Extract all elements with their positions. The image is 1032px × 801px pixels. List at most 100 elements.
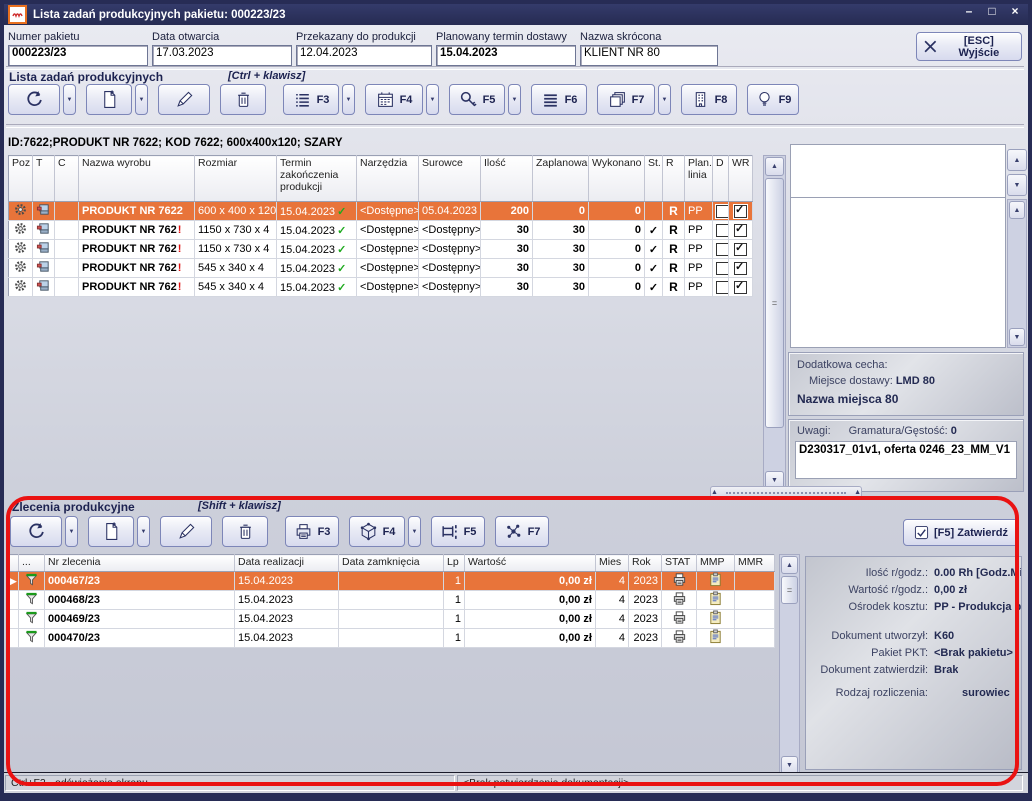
scroll-up-button[interactable]: ▲ <box>781 556 798 574</box>
checkbox-wr[interactable] <box>734 205 747 218</box>
col-rozmiar[interactable]: Rozmiar <box>195 156 277 202</box>
col-lp[interactable]: Lp <box>444 555 465 572</box>
col-wykonano[interactable]: Wykonano <box>589 156 645 202</box>
spin-up-button[interactable]: ▲ <box>1007 149 1027 171</box>
detail-list-scrollbar[interactable]: ▲ ▼ <box>1007 199 1027 348</box>
new-button[interactable] <box>86 84 132 115</box>
f7-dropdown[interactable]: ▼ <box>658 84 671 115</box>
col-poz[interactable]: Poz <box>9 156 33 202</box>
orders-delete-button[interactable] <box>222 516 268 547</box>
przekazany-input[interactable]: 12.04.2023 <box>296 45 432 66</box>
orders-f4-dropdown[interactable]: ▼ <box>408 516 421 547</box>
checkbox-wr[interactable] <box>734 243 747 256</box>
col-plan-linia[interactable]: Plan. linia <box>685 156 713 202</box>
col-data-realizacji[interactable]: Data realizacji <box>235 555 339 572</box>
order-row[interactable]: 000470/23 15.04.2023 1 0,00 zł 4 2023 <box>9 629 775 648</box>
f9-button[interactable]: F9 <box>747 84 799 115</box>
orders-f5-button[interactable]: F5 <box>431 516 485 547</box>
close-button[interactable]: × <box>1008 4 1022 18</box>
termin-dostawy-input[interactable]: 15.04.2023 <box>436 45 576 66</box>
orders-new-button[interactable] <box>88 516 134 547</box>
f5-button[interactable]: F5 <box>449 84 505 115</box>
col-r[interactable]: R <box>663 156 685 202</box>
orders-refresh-dropdown[interactable]: ▼ <box>65 516 78 547</box>
col-ilosc[interactable]: Ilość <box>481 156 533 202</box>
f7-button[interactable]: F7 <box>597 84 655 115</box>
col-t[interactable]: T <box>33 156 55 202</box>
col-stat[interactable]: STAT <box>662 555 697 572</box>
checkbox-d[interactable] <box>716 281 729 294</box>
col-narzedzia[interactable]: Narzędzia <box>357 156 419 202</box>
task-row[interactable]: PRODUKT NR 7622 600 x 400 x 120 15.04.20… <box>9 202 753 221</box>
f3-button[interactable]: F3 <box>283 84 339 115</box>
col-wr[interactable]: WR <box>729 156 753 202</box>
f3-dropdown[interactable]: ▼ <box>342 84 355 115</box>
col-st[interactable]: St. <box>645 156 663 202</box>
scroll-thumb[interactable]: = <box>765 178 784 428</box>
data-otwarcia-input[interactable]: 17.03.2023 <box>152 45 292 66</box>
checkbox-d[interactable] <box>716 205 729 218</box>
edit-button[interactable] <box>158 84 210 115</box>
checkbox-wr[interactable] <box>734 262 747 275</box>
f5-dropdown[interactable]: ▼ <box>508 84 521 115</box>
f6-button[interactable]: F6 <box>531 84 587 115</box>
minimize-button[interactable]: – <box>962 4 976 18</box>
horizontal-splitter[interactable]: ▲▲ <box>710 486 862 499</box>
refresh-button[interactable] <box>8 84 60 115</box>
col-nazwa[interactable]: Nazwa wyrobu <box>79 156 195 202</box>
task-row[interactable]: PRODUKT NR 762! 1150 x 730 x 4 15.04.202… <box>9 240 753 259</box>
col-termin[interactable]: Termin zakończenia produkcji <box>277 156 357 202</box>
maximize-button[interactable]: □ <box>985 4 999 18</box>
orders-refresh-button[interactable] <box>10 516 62 547</box>
checkbox-d[interactable] <box>716 262 729 275</box>
upper-detail-list[interactable] <box>790 144 1006 198</box>
col-filter[interactable]: ... <box>19 555 45 572</box>
scroll-up-button[interactable]: ▲ <box>765 157 784 176</box>
checkbox-d[interactable] <box>716 243 729 256</box>
f4-button[interactable]: F4 <box>365 84 423 115</box>
tasks-grid-scrollbar[interactable]: ▲ = ▼ <box>763 155 786 492</box>
order-row[interactable]: 000469/23 15.04.2023 1 0,00 zł 4 2023 <box>9 610 775 629</box>
exit-button[interactable]: [ESC] Wyjście <box>916 32 1022 61</box>
task-row[interactable]: PRODUKT NR 762! 545 x 340 x 4 15.04.2023… <box>9 278 753 297</box>
orders-f3-button[interactable]: F3 <box>285 516 339 547</box>
f8-button[interactable]: F8 <box>681 84 737 115</box>
delete-button[interactable] <box>220 84 266 115</box>
checkbox-wr[interactable] <box>734 224 747 237</box>
spin-down-button[interactable]: ▼ <box>1007 174 1027 196</box>
col-zaplanowano[interactable]: Zaplanowa <box>533 156 589 202</box>
scroll-down-button[interactable]: ▼ <box>1009 328 1025 346</box>
checkbox-d[interactable] <box>716 224 729 237</box>
f4-dropdown[interactable]: ▼ <box>426 84 439 115</box>
printer-status-icon <box>672 629 687 644</box>
col-mmp[interactable]: MMP <box>697 555 735 572</box>
orders-f4-button[interactable]: F4 <box>349 516 405 547</box>
nazwa-skrocona-input[interactable]: KLIENT NR 80 <box>580 45 718 66</box>
col-surowce[interactable]: Surowce <box>419 156 481 202</box>
scroll-thumb[interactable]: = <box>781 576 798 604</box>
orders-grid-scrollbar[interactable]: ▲ = ▼ <box>779 554 800 776</box>
task-row[interactable]: PRODUKT NR 762! 545 x 340 x 4 15.04.2023… <box>9 259 753 278</box>
lower-detail-list[interactable] <box>790 197 1006 348</box>
numer-pakietu-input[interactable]: 000223/23 <box>8 45 148 66</box>
task-row[interactable]: PRODUKT NR 762! 1150 x 730 x 4 15.04.202… <box>9 221 753 240</box>
orders-new-dropdown[interactable]: ▼ <box>137 516 150 547</box>
orders-f7-button[interactable]: F7 <box>495 516 549 547</box>
scroll-up-button[interactable]: ▲ <box>1009 201 1025 219</box>
new-dropdown[interactable]: ▼ <box>135 84 148 115</box>
order-row[interactable]: 000468/23 15.04.2023 1 0,00 zł 4 2023 <box>9 591 775 610</box>
col-nr-zlecenia[interactable]: Nr zlecenia <box>45 555 235 572</box>
col-c[interactable]: C <box>55 156 79 202</box>
col-mies[interactable]: Mies <box>596 555 629 572</box>
order-row[interactable]: ▶ 000467/23 15.04.2023 1 0,00 zł 4 2023 <box>9 572 775 591</box>
col-d[interactable]: D <box>713 156 729 202</box>
refresh-dropdown[interactable]: ▼ <box>63 84 76 115</box>
checkbox-wr[interactable] <box>734 281 747 294</box>
col-data-zamkniecia[interactable]: Data zamknięcia <box>339 555 444 572</box>
confirm-button[interactable]: [F5] Zatwierdź <box>903 519 1019 546</box>
notes-textbox[interactable]: D230317_01v1, oferta 0246_23_MM_V1 <box>795 441 1017 479</box>
col-rok[interactable]: Rok <box>629 555 662 572</box>
col-wartosc[interactable]: Wartość <box>465 555 596 572</box>
col-mmr[interactable]: MMR <box>735 555 775 572</box>
orders-edit-button[interactable] <box>160 516 212 547</box>
